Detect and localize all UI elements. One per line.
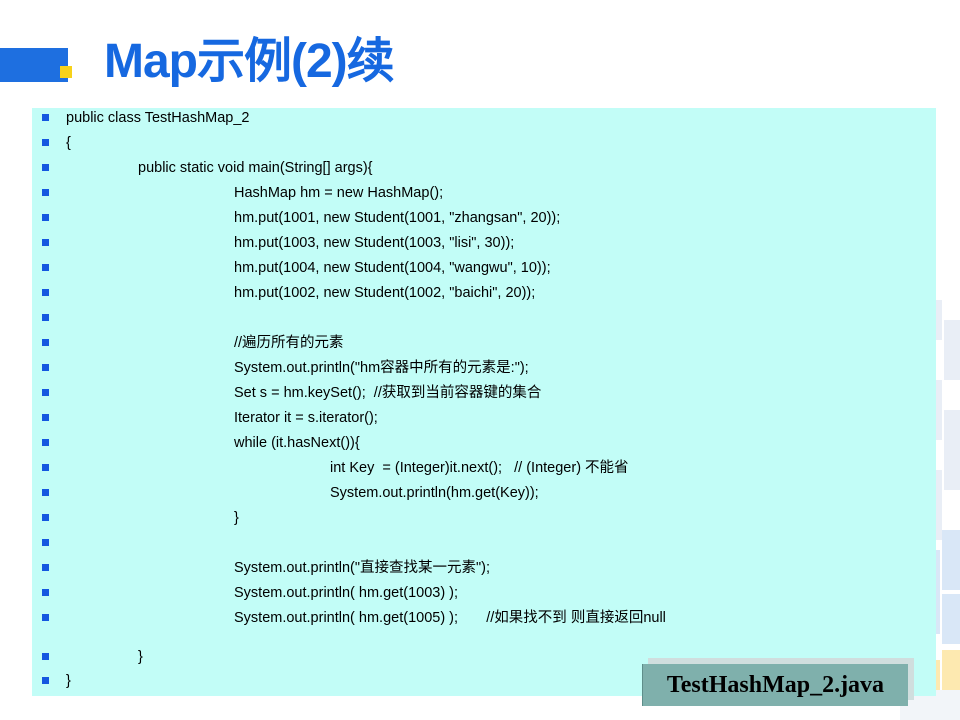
code-line: hm.put(1001, new Student(1001, "zhangsan… xyxy=(32,208,936,228)
code-text: } xyxy=(234,510,239,526)
bullet-icon xyxy=(42,464,49,471)
code-line: hm.put(1003, new Student(1003, "lisi", 3… xyxy=(32,233,936,253)
bullet-icon xyxy=(42,214,49,221)
bullet-icon xyxy=(42,389,49,396)
code-text: hm.put(1004, new Student(1004, "wangwu",… xyxy=(234,260,551,276)
code-text: HashMap hm = new HashMap(); xyxy=(234,185,444,201)
slide-title: Map示例(2)续 xyxy=(104,35,395,88)
code-text: Iterator it = s.iterator(); xyxy=(234,410,378,426)
code-text: Set s = hm.keySet(); //获取到当前容器键的集合 xyxy=(234,385,542,401)
bullet-icon xyxy=(42,164,49,171)
code-text: public class TestHashMap_2 xyxy=(66,110,250,126)
code-text: while (it.hasNext()){ xyxy=(234,435,360,451)
code-line: System.out.println( hm.get(1003) ); xyxy=(32,583,936,603)
code-text: hm.put(1002, new Student(1002, "baichi",… xyxy=(234,285,536,301)
code-line: Set s = hm.keySet(); //获取到当前容器键的集合 xyxy=(32,383,936,403)
bullet-icon xyxy=(42,414,49,421)
bullet-icon xyxy=(42,114,49,121)
code-line: HashMap hm = new HashMap(); xyxy=(32,183,936,203)
code-line: Iterator it = s.iterator(); xyxy=(32,408,936,428)
bullet-icon xyxy=(42,289,49,296)
code-text: } xyxy=(66,673,71,689)
code-line xyxy=(32,308,936,328)
bullet-icon xyxy=(42,564,49,571)
code-text: System.out.println(hm.get(Key)); xyxy=(330,485,539,501)
bullet-icon xyxy=(42,139,49,146)
bullet-icon xyxy=(42,439,49,446)
accent-bar xyxy=(0,48,68,82)
code-line: //遍历所有的元素 xyxy=(32,333,936,353)
bullet-icon xyxy=(42,364,49,371)
bullet-icon xyxy=(42,614,49,621)
code-text: int Key = (Integer)it.next(); // (Intege… xyxy=(330,460,629,476)
file-name-label: TestHashMap_2.java xyxy=(642,664,908,706)
code-line: System.out.println( hm.get(1005) ); //如果… xyxy=(32,608,936,628)
code-line: System.out.println("hm容器中所有的元素是:"); xyxy=(32,358,936,378)
code-comment: //遍历所有的元素 xyxy=(234,335,344,351)
bullet-icon xyxy=(42,339,49,346)
bullet-icon xyxy=(42,314,49,321)
code-block: public class TestHashMap_2 { public stat… xyxy=(32,108,936,696)
code-line: public static void main(String[] args){ xyxy=(32,158,936,178)
bullet-icon xyxy=(42,239,49,246)
bullet-icon xyxy=(42,653,49,660)
bullet-icon xyxy=(42,539,49,546)
code-line: int Key = (Integer)it.next(); // (Intege… xyxy=(32,458,936,478)
code-line: hm.put(1004, new Student(1004, "wangwu",… xyxy=(32,258,936,278)
code-line: hm.put(1002, new Student(1002, "baichi",… xyxy=(32,283,936,303)
bullet-icon xyxy=(42,677,49,684)
bullet-icon xyxy=(42,589,49,596)
bullet-icon xyxy=(42,264,49,271)
code-text: } xyxy=(138,649,143,665)
code-text: { xyxy=(66,135,71,151)
file-name-text: TestHashMap_2.java xyxy=(666,672,885,698)
code-text: System.out.println( hm.get(1003) ); xyxy=(234,585,459,601)
code-line: } xyxy=(32,508,936,528)
code-line xyxy=(32,533,936,553)
code-text: System.out.println( hm.get(1005) ); //如果… xyxy=(234,610,666,626)
code-line: public class TestHashMap_2 xyxy=(32,108,936,128)
code-text: hm.put(1003, new Student(1003, "lisi", 3… xyxy=(234,235,515,251)
code-line: while (it.hasNext()){ xyxy=(32,433,936,453)
code-text: public static void main(String[] args){ xyxy=(138,160,373,176)
bullet-icon xyxy=(42,514,49,521)
bullet-icon xyxy=(42,189,49,196)
code-line: System.out.println(hm.get(Key)); xyxy=(32,483,936,503)
code-line: { xyxy=(32,133,936,153)
code-line: System.out.println("直接查找某一元素"); xyxy=(32,558,936,578)
bullet-icon xyxy=(42,489,49,496)
code-text: hm.put(1001, new Student(1001, "zhangsan… xyxy=(234,210,561,226)
code-text: System.out.println("直接查找某一元素"); xyxy=(234,560,491,576)
accent-square xyxy=(60,66,72,78)
code-text: System.out.println("hm容器中所有的元素是:"); xyxy=(234,360,529,376)
